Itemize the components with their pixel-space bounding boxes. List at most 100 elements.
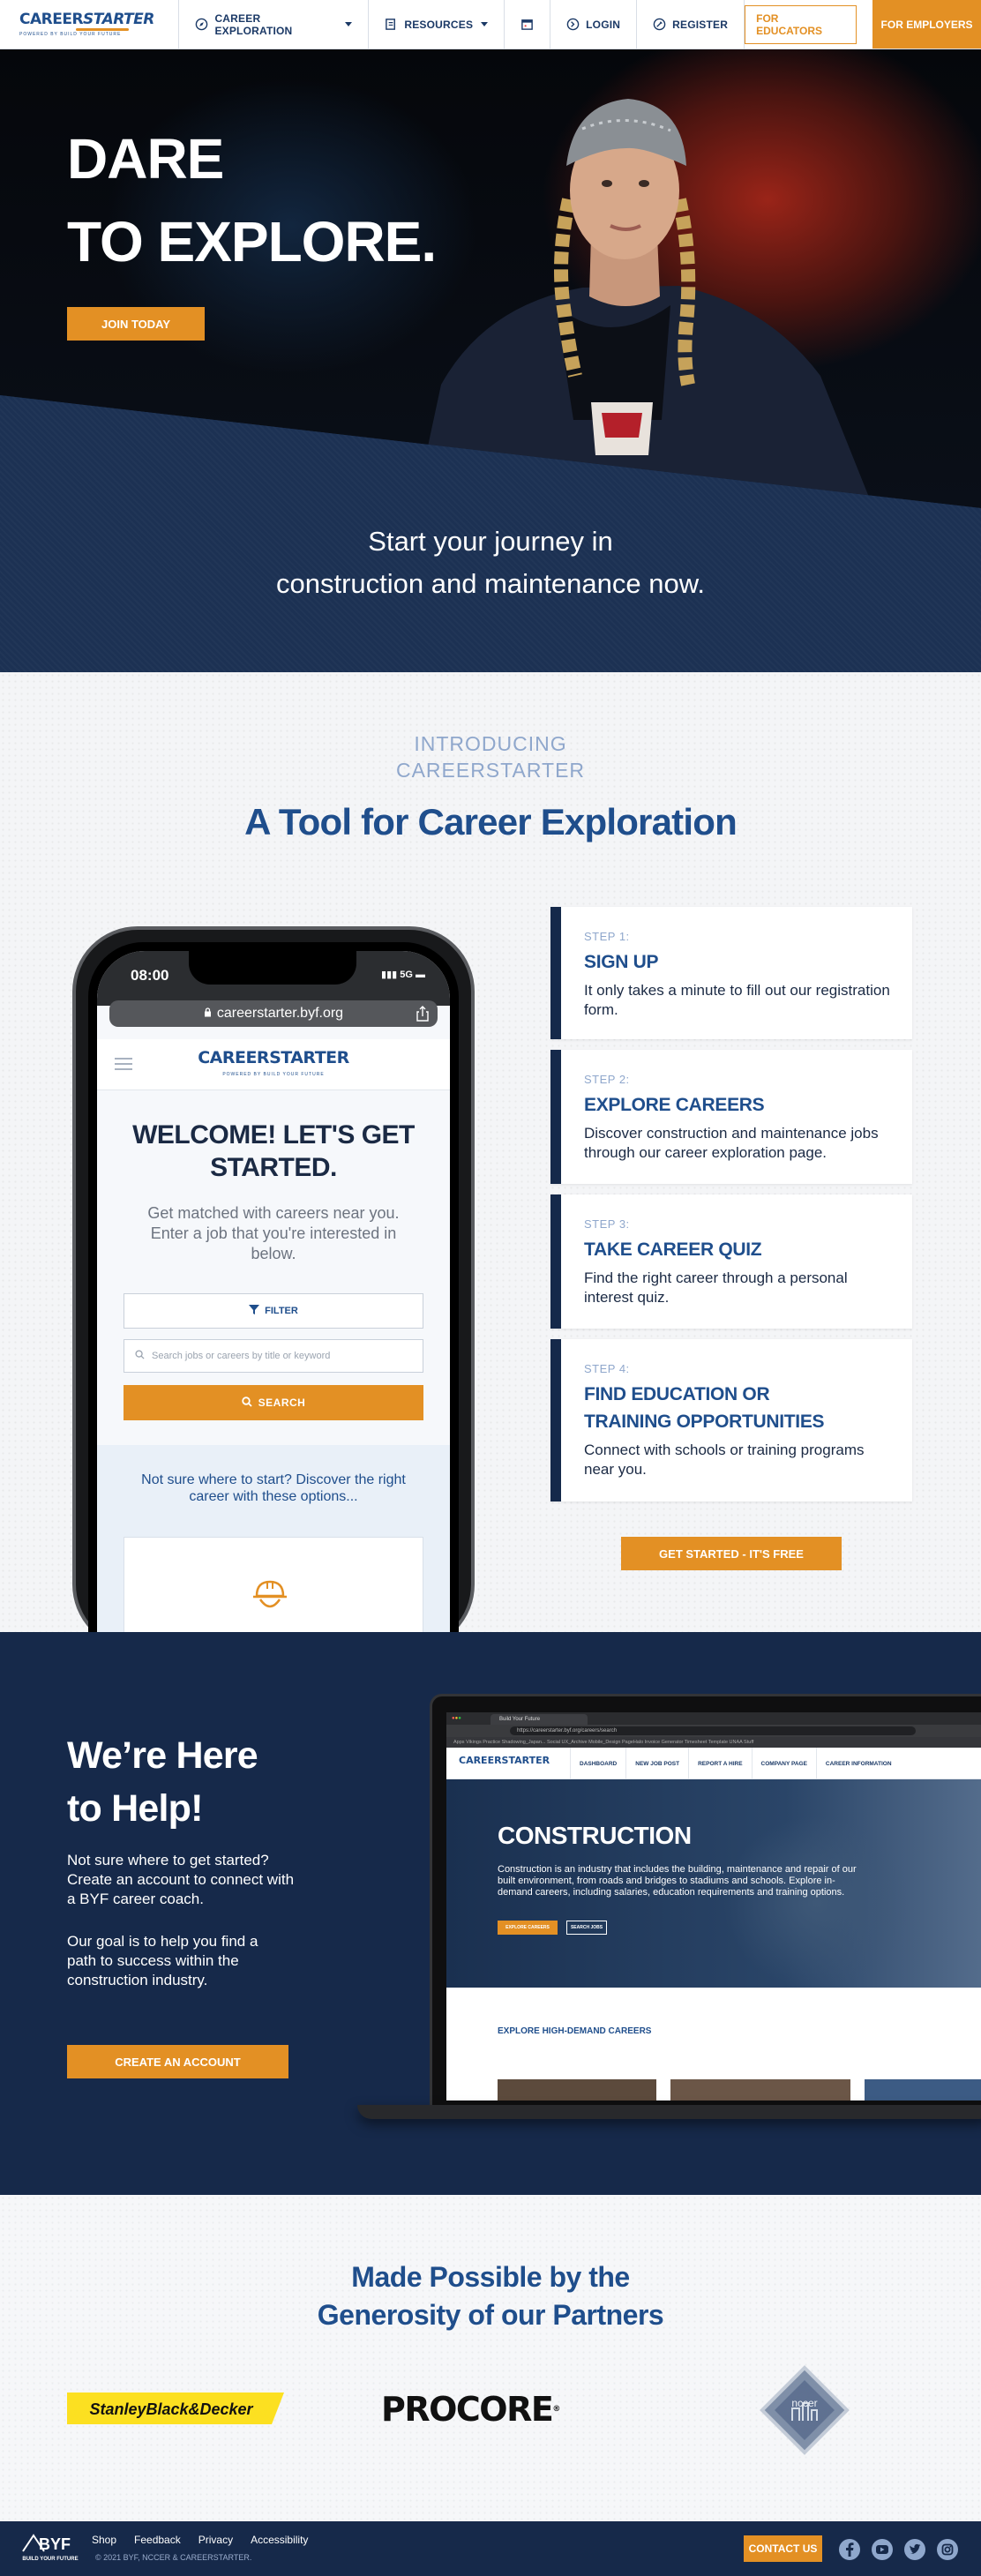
hero-section: DARE TO EXPLORE. JOIN TODAY Start your j… — [0, 49, 981, 672]
hero-tagline-line2: construction and maintenance now. — [276, 568, 705, 599]
step-description: Find the right career through a personal… — [584, 1269, 848, 1306]
search-icon — [241, 1396, 252, 1410]
careerstarter-logo[interactable]: CAREERSTARTER POWERED BY BUILD YOUR FUTU… — [0, 0, 180, 49]
welcome-subtitle: Get matched with careers near you. Enter… — [147, 1204, 400, 1262]
byf-logo[interactable]: BYF BUILD YOUR FUTURE — [21, 2532, 79, 2564]
chevron-down-icon — [345, 22, 353, 26]
step-title: SIGN UP — [584, 952, 659, 972]
nav-login[interactable]: LOGIN — [550, 0, 638, 49]
browser-bookmarks: Apps Vikings Practice Shadowing_Japan...… — [446, 1737, 981, 1748]
phone-screen: 08:00 ▮▮▮ 5G ▬ careerstarter.byf.org CAR… — [97, 951, 450, 1632]
search-button[interactable]: SEARCH — [124, 1385, 423, 1420]
for-employers-button[interactable]: FOR EMPLOYERS — [872, 0, 981, 49]
site-hero-title: CONSTRUCTION — [498, 1822, 692, 1849]
nav-resources[interactable]: RESOURCES — [369, 0, 505, 49]
explore-careers-button[interactable]: EXPLORE CAREERS — [498, 1921, 558, 1935]
logo-swoosh — [76, 28, 129, 31]
procore-logo-text: PROCORE — [381, 2390, 554, 2429]
footer-link-shop[interactable]: Shop — [92, 2534, 116, 2546]
step-card-3: STEP 3: TAKE CAREER QUIZ Find the right … — [550, 1194, 912, 1329]
nav-career-exploration[interactable]: CAREER EXPLORATION — [179, 0, 370, 49]
site-nav-career-info[interactable]: CAREER INFORMATION — [815, 1748, 901, 1779]
nccer-logo[interactable]: nccer — [757, 2363, 852, 2458]
search-jobs-button[interactable]: SEARCH JOBS — [566, 1921, 607, 1935]
compass-icon — [195, 18, 208, 31]
facebook-icon[interactable] — [838, 2538, 861, 2561]
step-title-line2: TRAINING OPPORTUNITIES — [584, 1412, 825, 1432]
calendar-icon — [520, 18, 534, 31]
youtube-icon[interactable] — [871, 2538, 894, 2561]
site-section-heading: EXPLORE HIGH-DEMAND CAREERS — [498, 2026, 652, 2036]
lock-icon — [204, 1006, 212, 1022]
footer-link-accessibility[interactable]: Accessibility — [251, 2534, 308, 2546]
help-title-line2: to Help! — [67, 1787, 203, 1830]
site-nav-company-page[interactable]: COMPANY PAGE — [751, 1748, 816, 1779]
search-icon — [135, 1350, 145, 1362]
phone-signal-label: 5G — [400, 970, 413, 980]
for-educators-button[interactable]: FOR EDUCATORS — [745, 4, 857, 44]
step-label: STEP 2: — [584, 1073, 630, 1086]
phone-url-bar[interactable]: careerstarter.byf.org — [109, 1000, 438, 1027]
intro-eyebrow-line1: INTRODUCING — [414, 732, 567, 755]
search-placeholder: Search jobs or careers by title or keywo… — [152, 1351, 331, 1361]
footer-link-privacy[interactable]: Privacy — [198, 2534, 233, 2546]
site-nav-dashboard[interactable]: DASHBOARD — [570, 1748, 625, 1779]
help-paragraph-1: Not sure where to get started? Create an… — [67, 1852, 295, 1907]
step-label: STEP 3: — [584, 1217, 630, 1231]
footer-links: Shop Feedback Privacy Accessibility — [92, 2534, 308, 2546]
browser-url[interactable]: https://careerstarter.byf.org/careers/se… — [510, 1726, 916, 1735]
not-sure-text: Not sure where to start? Discover the ri… — [141, 1472, 406, 1504]
partners-title-line1: Made Possible by the — [351, 2261, 630, 2293]
site-nav-new-job-post[interactable]: NEW JOB POST — [625, 1748, 688, 1779]
footer-link-feedback[interactable]: Feedback — [134, 2534, 181, 2546]
byf-logo-sub: BUILD YOUR FUTURE — [22, 2557, 78, 2562]
app-logo-text-a: CAREER — [198, 1048, 270, 1067]
top-navigation: CAREERSTARTER POWERED BY BUILD YOUR FUTU… — [0, 0, 981, 49]
hero-tagline: Start your journey in construction and m… — [0, 520, 981, 605]
chevron-down-icon — [481, 22, 489, 26]
procore-logo[interactable]: PROCORE® — [381, 2391, 560, 2428]
phone-mockup: 08:00 ▮▮▮ 5G ▬ careerstarter.byf.org CAR… — [72, 926, 475, 1632]
share-icon[interactable] — [416, 1006, 429, 1022]
laptop-mockup: ●●● Build Your Future https://careerstar… — [430, 1694, 981, 2108]
logo-text-a: CAREER — [19, 11, 84, 28]
step-description: Connect with schools or training program… — [584, 1442, 865, 1478]
partners-section: Made Possible by the Generosity of our P… — [0, 2195, 981, 2521]
site-hero-text: Construction is an industry that include… — [498, 1864, 857, 1898]
step-label: STEP 4: — [584, 1362, 630, 1375]
help-title: We’re Here to Help! — [67, 1729, 258, 1835]
help-section: We’re Here to Help! Not sure where to ge… — [0, 1632, 981, 2195]
phone-bezel: 08:00 ▮▮▮ 5G ▬ careerstarter.byf.org CAR… — [88, 942, 459, 1632]
byf-logo-text: BYF — [39, 2535, 71, 2553]
nav-calendar[interactable] — [505, 0, 551, 49]
partners-title-line2: Generosity of our Partners — [317, 2299, 664, 2331]
join-today-button[interactable]: JOIN TODAY — [67, 307, 205, 341]
career-option-card[interactable] — [124, 1537, 423, 1632]
career-image-strip — [498, 2079, 981, 2100]
laptop-browser: ●●● Build Your Future https://careerstar… — [446, 1712, 981, 2100]
site-footer: BYF BUILD YOUR FUTURE Shop Feedback Priv… — [0, 2521, 981, 2576]
site-hero: CONSTRUCTION Construction is an industry… — [446, 1779, 981, 1988]
filter-label: FILTER — [265, 1306, 298, 1316]
twitter-icon[interactable] — [903, 2538, 926, 2561]
site-nav: CAREERSTARTER DASHBOARD NEW JOB POST REP… — [446, 1748, 981, 1779]
get-started-button[interactable]: GET STARTED - IT'S FREE — [621, 1537, 842, 1570]
instagram-icon[interactable] — [936, 2538, 959, 2561]
step-title: FIND EDUCATION OR TRAINING OPPORTUNITIES — [584, 1381, 912, 1435]
hero-title-line1: DARE — [67, 127, 224, 191]
step-title-line1: FIND EDUCATION OR — [584, 1384, 770, 1404]
stanley-black-decker-logo[interactable]: StanleyBlack&Decker — [67, 2393, 284, 2424]
site-logo[interactable]: CAREERSTARTER — [459, 1755, 550, 1766]
nav-register[interactable]: REGISTER — [637, 0, 745, 49]
site-nav-report-hire[interactable]: REPORT A HIRE — [688, 1748, 751, 1779]
browser-tab[interactable]: Build Your Future — [490, 1714, 588, 1725]
search-input[interactable]: Search jobs or careers by title or keywo… — [124, 1339, 423, 1373]
app-logo[interactable]: CAREERSTARTER — [97, 1048, 450, 1067]
contact-us-button[interactable]: CONTACT US — [744, 2535, 822, 2562]
nav-career-exploration-label: CAREER EXPLORATION — [214, 11, 293, 37]
step-card-1: STEP 1: SIGN UP It only takes a minute t… — [550, 907, 912, 1039]
filter-button[interactable]: FILTER — [124, 1293, 423, 1329]
create-account-button[interactable]: CREATE AN ACCOUNT — [67, 2045, 288, 2078]
site-nav-links: DASHBOARD NEW JOB POST REPORT A HIRE COM… — [570, 1748, 901, 1779]
phone-url: careerstarter.byf.org — [216, 1006, 344, 1021]
